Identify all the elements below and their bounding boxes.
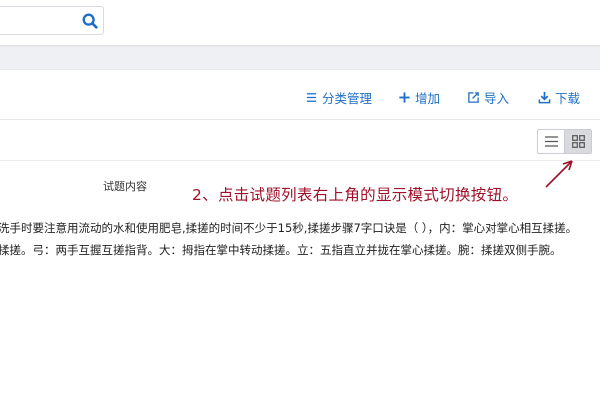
column-header-content: 试题内容 [103,180,147,193]
toolbar: 分类管理 增加 导入 下载 [0,70,600,120]
table-row[interactable]: 揉搓。弓：两手互握互搓指背。大：拇指在掌中转动揉搓。立：五指直立并拢在掌心揉搓。… [0,242,598,258]
import-button[interactable]: 导入 [467,88,509,106]
import-label: 导入 [484,90,510,106]
import-icon [468,91,479,103]
download-label: 下载 [555,90,581,106]
plus-icon [399,91,410,103]
list-view-button[interactable] [538,130,564,153]
category-manage-label: 分类管理 [322,90,373,106]
list-icon [306,92,317,102]
display-mode-toggle [537,129,592,154]
add-label: 增加 [415,90,441,106]
category-manage-button[interactable]: 分类管理 [305,88,372,106]
display-mode-bar [0,121,600,161]
search-input[interactable] [0,6,104,35]
header-strip [0,47,600,70]
annotation-arrow-icon [545,160,573,188]
top-bar [0,0,600,46]
download-icon [538,91,551,103]
grid-view-icon [571,135,585,148]
download-button[interactable]: 下载 [538,88,580,106]
question-panel: 分类管理 增加 导入 下载 试题内容 2、点击试题列表右上角的显示模式切换按钮。… [0,70,600,400]
search-icon[interactable] [81,12,99,30]
add-button[interactable]: 增加 [398,88,440,106]
list-view-icon [544,136,558,147]
table-row[interactable]: 洗手时要注意用流动的水和使用肥皂,揉搓的时间不少于15秒,揉搓步骤7字口诀是（ … [0,220,598,236]
instruction-annotation: 2、点击试题列表右上角的显示模式切换按钮。 [192,186,519,204]
grid-view-button[interactable] [564,130,591,153]
